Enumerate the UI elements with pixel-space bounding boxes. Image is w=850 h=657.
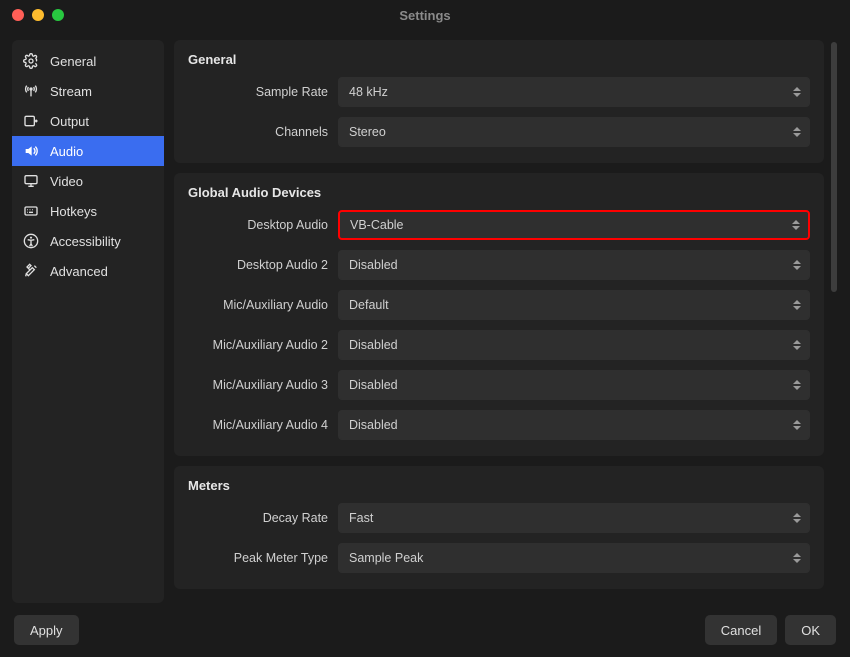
sidebar-item-output[interactable]: Output bbox=[12, 106, 164, 136]
antenna-icon bbox=[22, 82, 40, 100]
close-window-button[interactable] bbox=[12, 9, 24, 21]
row-mic-aux-3: Mic/Auxiliary Audio 3 Disabled bbox=[188, 370, 810, 400]
select-value: Stereo bbox=[349, 125, 386, 139]
stepper-icon bbox=[793, 83, 805, 101]
select-value: Default bbox=[349, 298, 389, 312]
content-column: General Sample Rate 48 kHz Channels St bbox=[174, 40, 838, 603]
select-mic-aux-2[interactable]: Disabled bbox=[338, 330, 810, 360]
sidebar-item-hotkeys[interactable]: Hotkeys bbox=[12, 196, 164, 226]
stepper-icon bbox=[793, 123, 805, 141]
gear-icon bbox=[22, 52, 40, 70]
select-sample-rate[interactable]: 48 kHz bbox=[338, 77, 810, 107]
sidebar-item-advanced[interactable]: Advanced bbox=[12, 256, 164, 286]
sidebar-item-video[interactable]: Video bbox=[12, 166, 164, 196]
sidebar-item-label: Audio bbox=[50, 144, 83, 159]
select-value: Disabled bbox=[349, 418, 398, 432]
row-sample-rate: Sample Rate 48 kHz bbox=[188, 77, 810, 107]
select-value: 48 kHz bbox=[349, 85, 388, 99]
sidebar-item-label: Video bbox=[50, 174, 83, 189]
select-mic-aux-4[interactable]: Disabled bbox=[338, 410, 810, 440]
settings-content: General Sample Rate 48 kHz Channels St bbox=[174, 40, 824, 603]
apply-button[interactable]: Apply bbox=[14, 615, 79, 645]
row-desktop-audio-2: Desktop Audio 2 Disabled bbox=[188, 250, 810, 280]
label-mic-aux-4: Mic/Auxiliary Audio 4 bbox=[188, 418, 338, 432]
monitor-icon bbox=[22, 172, 40, 190]
main-area: General Stream Output Audio Video bbox=[0, 30, 850, 603]
select-value: Sample Peak bbox=[349, 551, 423, 565]
sidebar-item-general[interactable]: General bbox=[12, 46, 164, 76]
select-value: Disabled bbox=[349, 338, 398, 352]
row-mic-aux-4: Mic/Auxiliary Audio 4 Disabled bbox=[188, 410, 810, 440]
keyboard-icon bbox=[22, 202, 40, 220]
sidebar-item-label: Advanced bbox=[50, 264, 108, 279]
stepper-icon bbox=[793, 376, 805, 394]
stepper-icon bbox=[793, 256, 805, 274]
label-mic-aux: Mic/Auxiliary Audio bbox=[188, 298, 338, 312]
settings-sidebar: General Stream Output Audio Video bbox=[12, 40, 164, 603]
ok-button[interactable]: OK bbox=[785, 615, 836, 645]
panel-global-audio-devices: Global Audio Devices Desktop Audio VB-Ca… bbox=[174, 173, 824, 456]
select-desktop-audio-2[interactable]: Disabled bbox=[338, 250, 810, 280]
select-value: VB-Cable bbox=[350, 218, 404, 232]
sidebar-item-stream[interactable]: Stream bbox=[12, 76, 164, 106]
row-channels: Channels Stereo bbox=[188, 117, 810, 147]
content-scrollbar[interactable] bbox=[830, 40, 838, 603]
label-desktop-audio-2: Desktop Audio 2 bbox=[188, 258, 338, 272]
label-decay-rate: Decay Rate bbox=[188, 511, 338, 525]
sidebar-item-label: Stream bbox=[50, 84, 92, 99]
label-desktop-audio: Desktop Audio bbox=[188, 218, 338, 232]
dialog-footer: Apply Cancel OK bbox=[0, 603, 850, 657]
sidebar-item-label: Output bbox=[50, 114, 89, 129]
sidebar-item-label: Hotkeys bbox=[50, 204, 97, 219]
select-desktop-audio[interactable]: VB-Cable bbox=[338, 210, 810, 240]
label-channels: Channels bbox=[188, 125, 338, 139]
label-mic-aux-3: Mic/Auxiliary Audio 3 bbox=[188, 378, 338, 392]
label-mic-aux-2: Mic/Auxiliary Audio 2 bbox=[188, 338, 338, 352]
row-desktop-audio: Desktop Audio VB-Cable bbox=[188, 210, 810, 240]
titlebar: Settings bbox=[0, 0, 850, 30]
select-channels[interactable]: Stereo bbox=[338, 117, 810, 147]
select-value: Disabled bbox=[349, 258, 398, 272]
label-sample-rate: Sample Rate bbox=[188, 85, 338, 99]
row-mic-aux: Mic/Auxiliary Audio Default bbox=[188, 290, 810, 320]
sidebar-item-audio[interactable]: Audio bbox=[12, 136, 164, 166]
window-title: Settings bbox=[0, 8, 850, 23]
row-peak-meter-type: Peak Meter Type Sample Peak bbox=[188, 543, 810, 573]
stepper-icon bbox=[793, 416, 805, 434]
stepper-icon bbox=[793, 509, 805, 527]
panel-meters: Meters Decay Rate Fast Peak Meter Type bbox=[174, 466, 824, 589]
accessibility-icon bbox=[22, 232, 40, 250]
stepper-icon bbox=[793, 296, 805, 314]
scrollbar-thumb[interactable] bbox=[831, 42, 837, 292]
row-decay-rate: Decay Rate Fast bbox=[188, 503, 810, 533]
zoom-window-button[interactable] bbox=[52, 9, 64, 21]
select-mic-aux[interactable]: Default bbox=[338, 290, 810, 320]
panel-title-meters: Meters bbox=[188, 478, 810, 493]
panel-title-general: General bbox=[188, 52, 810, 67]
select-value: Disabled bbox=[349, 378, 398, 392]
panel-general: General Sample Rate 48 kHz Channels St bbox=[174, 40, 824, 163]
select-value: Fast bbox=[349, 511, 373, 525]
sidebar-item-label: Accessibility bbox=[50, 234, 121, 249]
stepper-icon bbox=[793, 336, 805, 354]
output-icon bbox=[22, 112, 40, 130]
select-decay-rate[interactable]: Fast bbox=[338, 503, 810, 533]
tools-icon bbox=[22, 262, 40, 280]
cancel-button[interactable]: Cancel bbox=[705, 615, 777, 645]
sidebar-item-label: General bbox=[50, 54, 96, 69]
sidebar-item-accessibility[interactable]: Accessibility bbox=[12, 226, 164, 256]
stepper-icon bbox=[793, 549, 805, 567]
select-mic-aux-3[interactable]: Disabled bbox=[338, 370, 810, 400]
stepper-icon bbox=[792, 216, 804, 234]
select-peak-meter-type[interactable]: Sample Peak bbox=[338, 543, 810, 573]
speaker-icon bbox=[22, 142, 40, 160]
label-peak-meter-type: Peak Meter Type bbox=[188, 551, 338, 565]
minimize-window-button[interactable] bbox=[32, 9, 44, 21]
panel-title-global-audio: Global Audio Devices bbox=[188, 185, 810, 200]
window-controls bbox=[12, 0, 64, 30]
row-mic-aux-2: Mic/Auxiliary Audio 2 Disabled bbox=[188, 330, 810, 360]
